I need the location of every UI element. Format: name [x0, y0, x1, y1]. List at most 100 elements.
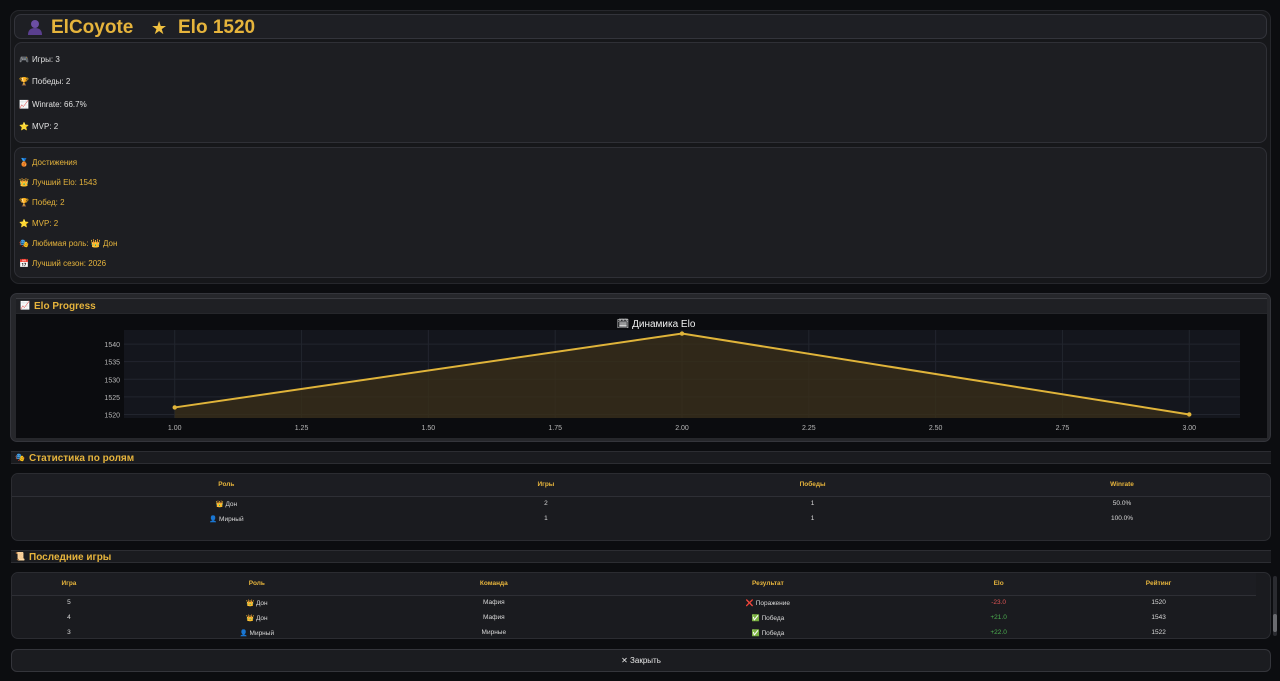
- games-table-scrollbar[interactable]: [1273, 576, 1277, 636]
- column-header-role[interactable]: Роль: [12, 474, 441, 497]
- chart-title: 🗓 Динамика Elo: [617, 318, 696, 330]
- x-tick-label: 2.00: [675, 425, 689, 432]
- cell-result: ✅ Победа: [751, 629, 785, 637]
- cell-game: 4: [67, 614, 71, 621]
- achievement-label: Лучший Elo: 1543: [32, 178, 97, 187]
- cell-role: 👤 Мирный: [209, 515, 244, 523]
- elo-progress-panel: 📈 Elo Progress 1.00 1.25 1.50 1.75 2.00 2.25 2…: [10, 293, 1271, 442]
- star-icon: ⭐: [19, 122, 29, 131]
- achievement-label: MVP: 2: [32, 219, 59, 228]
- star-icon: ★: [151, 18, 168, 38]
- cell-result: ✅ Победа: [751, 614, 785, 622]
- column-header-result[interactable]: Результат: [599, 573, 937, 596]
- y-tick-label: 1520: [104, 412, 120, 419]
- x-tick-label: 2.75: [1056, 425, 1070, 432]
- scrollbar-thumb[interactable]: [1273, 614, 1277, 632]
- achievement-label: Достижения: [32, 158, 78, 167]
- column-header-winrate[interactable]: Winrate: [974, 474, 1270, 497]
- achievement-label: Побед: 2: [32, 198, 65, 207]
- x-tick-label: 2.50: [929, 425, 943, 432]
- chart-icon: 📈: [20, 301, 30, 310]
- calendar-icon: 📅: [19, 259, 29, 268]
- table-header-row: Игра Роль Команда Результат Elo Рейтинг: [12, 573, 1256, 596]
- cell-game: 3: [67, 629, 71, 636]
- y-tick-label: 1525: [104, 395, 120, 402]
- table-row: 4 👑 Дон Мафия ✅ Победа +21.0 1543: [12, 610, 1256, 625]
- roles-section-title: Статистика по ролям: [29, 453, 135, 464]
- achievement-best-season: 📅 Лучший сезон: 2026: [19, 259, 106, 268]
- player-name: ElCoyote: [51, 17, 134, 38]
- cell-elo: +21.0: [990, 614, 1007, 621]
- cell-winrate: 50.0%: [1112, 500, 1132, 508]
- masks-icon: 🎭: [15, 453, 25, 462]
- cell-game: 5: [67, 599, 71, 607]
- data-point: [679, 331, 685, 336]
- cell-winrate: 100.0%: [1111, 515, 1134, 522]
- close-button[interactable]: ✕ Закрыть: [11, 649, 1271, 672]
- achievement-label: Лучший сезон: 2026: [32, 259, 107, 268]
- column-header-game[interactable]: Игра: [12, 573, 126, 596]
- column-header-games[interactable]: Игры: [440, 474, 652, 497]
- table-header-row: Роль Игры Победы Winrate: [12, 474, 1270, 497]
- stat-label: Победы: 2: [32, 77, 71, 86]
- y-tick-label: 1540: [104, 342, 120, 349]
- column-header-role[interactable]: Роль: [125, 573, 388, 596]
- achievements-box: 🥉 Достижения 👑 Лучший Elo: 1543 🏆 Побед:…: [14, 147, 1267, 278]
- achievement-best-elo: 👑 Лучший Elo: 1543: [19, 178, 97, 187]
- stat-label: Winrate: 66.7%: [32, 100, 87, 109]
- cell-rating: 1543: [1151, 614, 1166, 621]
- achievement-favorite-role: 🎭 Любимая роль: 👑 Дон: [19, 239, 117, 248]
- x-tick-label: 1.00: [168, 425, 182, 432]
- column-header-rating[interactable]: Рейтинг: [1061, 573, 1256, 596]
- trophy-icon: 🏆: [19, 198, 29, 207]
- star-icon: ⭐: [19, 219, 29, 228]
- y-tick-labels: 1520 1525 1530 1535 1540: [104, 342, 120, 419]
- profile-header: ElCoyote ★ Elo 1520: [14, 14, 1267, 39]
- table-row: 👑 Дон 2 1 50.0%: [12, 496, 1270, 511]
- games-section-header: 📜 Последние игры: [11, 550, 1271, 563]
- x-tick-label: 2.25: [802, 425, 816, 432]
- data-point: [1187, 412, 1192, 417]
- table-row: 5 👑 Дон Мафия ❌ Поражение -23.0 1520: [12, 595, 1256, 610]
- scroll-icon: 📜: [15, 552, 25, 561]
- table-row: 3 👤 Мирный Мирные ✅ Победа +22.0 1522: [12, 625, 1256, 638]
- cell-elo: +22.0: [990, 629, 1007, 636]
- cell-role: 👑 Дон: [215, 500, 238, 508]
- x-tick-label: 1.50: [422, 425, 436, 432]
- cell-rating: 1522: [1151, 629, 1166, 636]
- cell-team: Мафия: [483, 614, 505, 621]
- stat-mvp: ⭐ MVP: 2: [19, 122, 58, 131]
- achievements-title: 🥉 Достижения: [19, 158, 77, 167]
- column-header-wins[interactable]: Победы: [651, 474, 975, 497]
- crown-icon: 👑: [19, 178, 29, 187]
- column-header-elo[interactable]: Elo: [936, 573, 1062, 596]
- user-icon: [28, 20, 42, 35]
- games-section-title: Последние игры: [29, 552, 112, 563]
- achievement-mvp: ⭐ MVP: 2: [19, 219, 58, 228]
- cell-games: 1: [544, 515, 548, 522]
- table-row: 👤 Мирный 1 1 100.0%: [12, 511, 1270, 526]
- games-table: Игра Роль Команда Результат Elo Рейтинг …: [12, 573, 1256, 638]
- cell-wins: 1: [810, 500, 815, 508]
- cell-team: Мафия: [483, 599, 505, 607]
- x-tick-labels: 1.00 1.25 1.50 1.75 2.00 2.25 2.50 2.75 3.00: [168, 425, 1196, 432]
- elo-progress-header: 📈 Elo Progress: [16, 298, 1267, 313]
- gamepad-icon: 🎮: [19, 55, 29, 64]
- medal-icon: 🥉: [19, 158, 29, 167]
- column-header-team[interactable]: Команда: [387, 573, 600, 596]
- cell-rating: 1520: [1151, 599, 1166, 607]
- stats-box: 🎮 Игры: 3 🏆 Победы: 2 📈 Winrate: 66.7% ⭐…: [14, 42, 1267, 143]
- achievement-label: Любимая роль: 👑 Дон: [32, 239, 118, 248]
- cell-games: 2: [544, 500, 548, 508]
- masks-icon: 🎭: [19, 239, 29, 248]
- stat-wins: 🏆 Победы: 2: [19, 77, 70, 86]
- games-table-box[interactable]: Игра Роль Команда Результат Elo Рейтинг …: [11, 572, 1271, 639]
- achievement-wins: 🏆 Побед: 2: [19, 198, 65, 207]
- stat-label: MVP: 2: [32, 122, 59, 131]
- x-tick-label: 1.25: [295, 425, 309, 432]
- elo-chart: 1.00 1.25 1.50 1.75 2.00 2.25 2.50 2.75 3.00 152…: [16, 314, 1267, 438]
- x-tick-label: 1.75: [548, 425, 562, 432]
- roles-table-box: Роль Игры Победы Winrate 👑 Дон 2 1 50.0%…: [11, 473, 1271, 541]
- y-tick-label: 1530: [104, 377, 120, 384]
- cell-role: 👤 Мирный: [239, 629, 275, 637]
